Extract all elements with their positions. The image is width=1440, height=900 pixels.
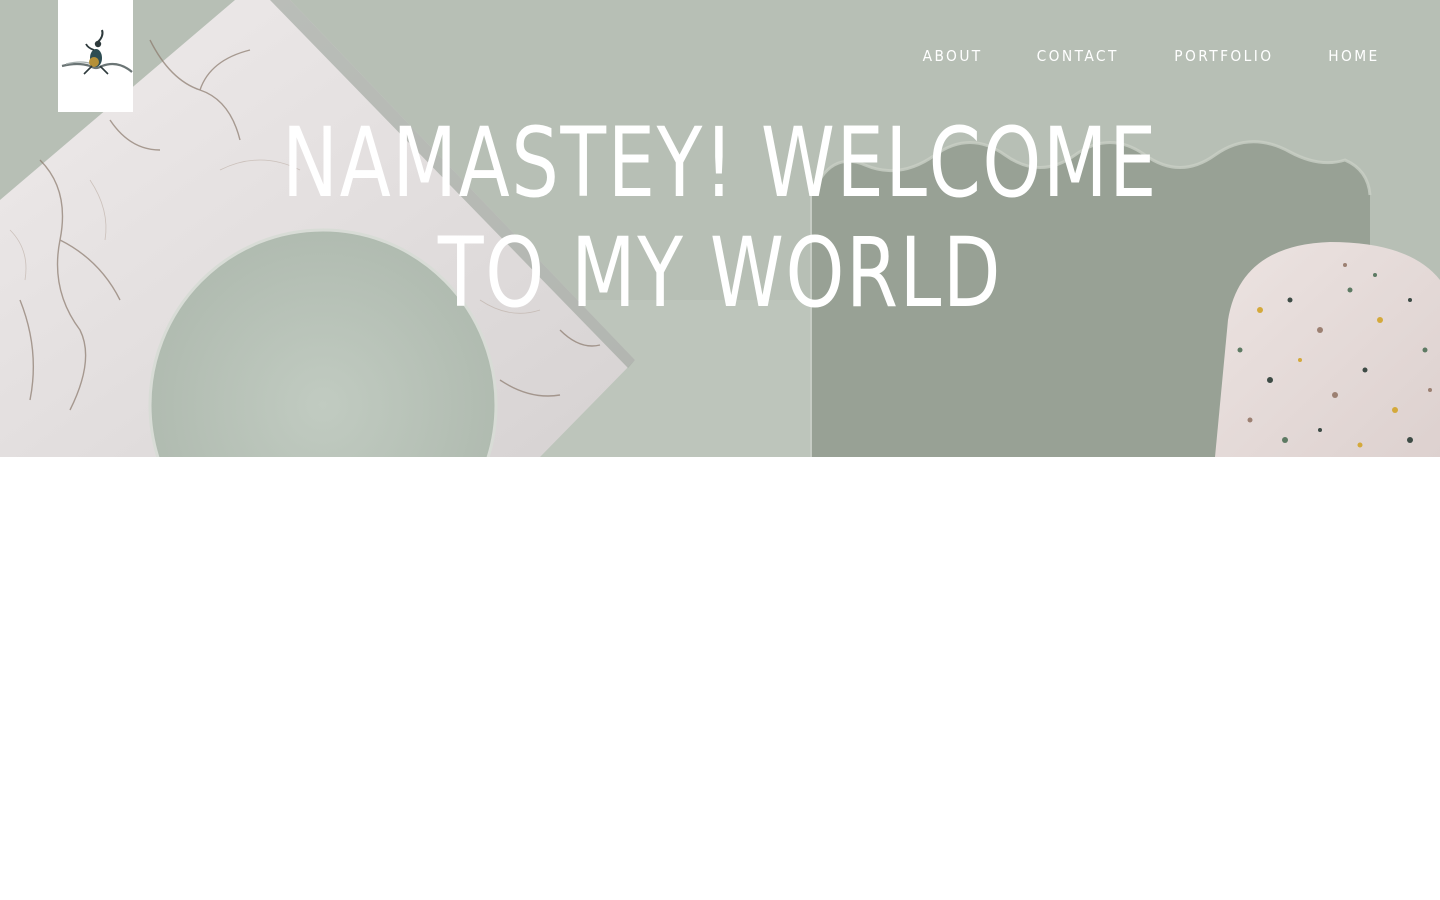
main-nav: ABOUT CONTACT PORTFOLIO HOME [872,46,1382,66]
dancer-logo-icon [61,29,133,75]
nav-link-contact[interactable]: CONTACT [1037,46,1119,66]
nav-link-home[interactable]: HOME [1328,46,1379,66]
hero-headline: NAMASTEY! WELCOME TO MY WORLD [282,107,1158,329]
terrazzo-arch-shape [1215,242,1440,457]
site-logo[interactable] [58,0,133,112]
nav-link-portfolio[interactable]: PORTFOLIO [1175,46,1274,66]
nav-link-about[interactable]: ABOUT [922,46,982,66]
hero-banner: ABOUT CONTACT PORTFOLIO HOME NAMASTEY! W… [0,0,1440,457]
page-content-area [0,457,1440,900]
